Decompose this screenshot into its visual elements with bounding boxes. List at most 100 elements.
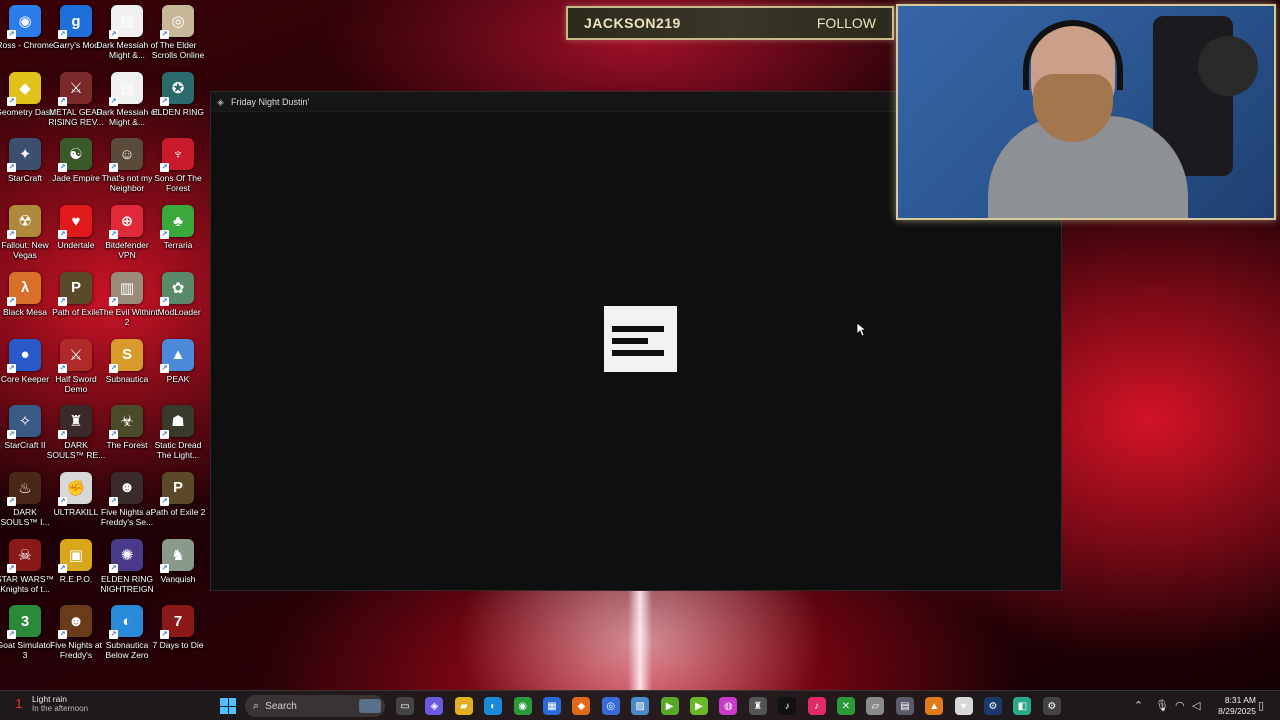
start-button[interactable] xyxy=(220,698,236,714)
app-shortcut-icon: ▤ ↗ xyxy=(109,5,143,39)
steamvr-icon[interactable]: ◧ xyxy=(1013,697,1032,715)
app-shortcut-icon: ☻ ↗ xyxy=(109,471,143,506)
steam-icon[interactable]: ⚙ xyxy=(984,697,1002,715)
system-clock[interactable]: 8:31 AM 8/29/2025 xyxy=(1208,695,1256,717)
desktop-icon[interactable]: ♆ ↗ Sons Of The Forest xyxy=(153,138,203,200)
edge-icon[interactable]: ◐ xyxy=(484,697,503,715)
taskbar-search[interactable]: ⌕ Search xyxy=(245,695,385,717)
app-shortcut-icon: ☗ ↗ xyxy=(160,405,194,440)
window-title: Friday Night Dustin' xyxy=(231,96,310,107)
desktop-icon[interactable]: ✪ ↗ ELDEN RING xyxy=(152,71,204,134)
desktop-icon[interactable]: ☢ ↗ Fallout: New Vegas xyxy=(0,205,50,267)
desktop-icon[interactable]: 3 ↗ Goat Simulator 3 xyxy=(0,605,53,667)
desktop-icon[interactable]: ◎ ↗ The Elder Scrolls Online xyxy=(152,5,204,67)
desktop-icon[interactable]: ▣ ↗ R.E.P.O. xyxy=(51,538,101,601)
desktop-icon[interactable]: ⚔ ↗ Half Sword Demo xyxy=(51,338,101,401)
desktop-icon[interactable]: λ ↗ Black Mesa xyxy=(0,271,50,334)
microphone xyxy=(1198,36,1258,96)
desktop-icon[interactable]: S ↗ Subnautica xyxy=(102,338,152,401)
desktop-icon[interactable]: ◐ ↗ Subnautica Below Zero xyxy=(102,605,152,667)
file-explorer-icon[interactable]: ▰ xyxy=(454,697,473,715)
search-icon: ⌕ xyxy=(253,699,260,712)
calculator-icon[interactable]: ▤ xyxy=(895,697,914,715)
brave-icon[interactable]: ◆ xyxy=(572,697,591,715)
desktop-icon[interactable]: P ↗ Path of Exile xyxy=(51,271,101,334)
desktop-icon[interactable]: ☯ ↗ Jade Empire xyxy=(51,138,101,200)
microphone-icon[interactable]: 🎙 xyxy=(1155,698,1169,714)
desktop-icon[interactable]: ◆ ↗ Geometry Dash xyxy=(0,71,55,134)
show-hidden-icons-chevron-icon[interactable]: ⌃ xyxy=(1134,698,1143,714)
desktop-icon[interactable]: ⚔ ↗ METAL GEAR RISING REV... xyxy=(48,71,104,134)
volume-icon[interactable]: ◁ xyxy=(1192,698,1200,714)
vlc-icon[interactable]: ▲ xyxy=(925,697,944,715)
shortcut-arrow-icon: ↗ xyxy=(160,363,169,373)
desktop-icon[interactable]: ♞ ↗ Vanquish xyxy=(153,538,203,601)
desktop-icon[interactable]: ☣ ↗ The Forest xyxy=(102,405,152,467)
desktop-icon[interactable]: 7 ↗ 7 Days to Die xyxy=(152,605,204,667)
desktop-icon[interactable]: ✧ ↗ StarCraft II xyxy=(0,405,50,467)
app-shortcut-icon: ♆ ↗ xyxy=(160,138,194,173)
desktop-icon[interactable]: ♥ ↗ Undertale xyxy=(51,205,101,267)
desktop-icon[interactable]: ☻ ↗ Five Nights at Freddy's Se... xyxy=(101,471,153,534)
shortcut-arrow-icon: ↗ xyxy=(7,363,16,373)
tiktok-icon[interactable]: ♪ xyxy=(778,697,797,715)
desktop-icon[interactable]: ▲ ↗ PEAK xyxy=(153,338,203,401)
game-icon[interactable]: ♜ xyxy=(748,697,767,715)
desktop-icon[interactable]: ♣ ↗ Terraria xyxy=(153,205,203,267)
weather-widget[interactable]: 1 Light rain In the afternoon xyxy=(10,694,88,714)
desktop-icon-label: Vanquish xyxy=(160,573,196,584)
desktop-icon[interactable]: ▥ ↗ The Evil Within 2 xyxy=(99,271,155,334)
desktop-icon[interactable]: ▤ ↗ Dark Messiah of Might &... xyxy=(96,5,158,67)
desktop-icon[interactable]: ☠ ↗ STAR WARS™ Knights of t... xyxy=(0,538,54,601)
shortcut-arrow-icon: ↗ xyxy=(160,496,169,506)
desktop-icon[interactable]: ♨ ↗ DARK SOULS™ I... xyxy=(0,471,50,534)
desktop-icon[interactable]: ✊ ↗ ULTRAKILL xyxy=(51,471,101,534)
desktop-icon[interactable]: ☻ ↗ Five Nights at Freddy's xyxy=(50,605,102,667)
desktop-icon-label: Static Dread The Light... xyxy=(154,440,202,461)
app-shortcut-icon: ● ↗ xyxy=(7,338,41,373)
desktop-icon[interactable]: ▤ ↗ Dark Messiah of Might &... xyxy=(96,71,158,134)
taskbar: 1 Light rain In the afternoon ⌕ Search ▭… xyxy=(0,690,1280,720)
desktop-icon[interactable]: ⊕ ↗ Bitdefender VPN xyxy=(102,205,152,267)
photos-icon[interactable]: ▨ xyxy=(631,697,650,715)
task-view-icon[interactable]: ▭ xyxy=(396,697,414,715)
app-shortcut-icon: ✊ ↗ xyxy=(58,471,92,506)
desktop-icon[interactable]: ☗ ↗ Static Dread The Light... xyxy=(153,405,203,467)
desktop-icon[interactable]: ✦ ↗ StarCraft xyxy=(0,138,50,200)
desktop-icon[interactable]: g ↗ Garry's Mod xyxy=(51,5,101,67)
shortcut-arrow-icon: ↗ xyxy=(109,630,118,640)
desktop-icon-label: 7 Days to Die xyxy=(152,640,204,651)
desktop-icon[interactable]: ● ↗ Core Keeper xyxy=(0,338,50,401)
nvidia-app-icon[interactable]: ▶ xyxy=(690,697,708,715)
app-shortcut-icon: g ↗ xyxy=(58,5,92,39)
desktop-icon-label: Path of Exile 2 xyxy=(150,506,206,517)
store-icon[interactable]: ▦ xyxy=(543,697,561,715)
desktop-icon[interactable]: ☺ ↗ That's not my Neighbor xyxy=(102,138,152,200)
desktop-icon[interactable]: ✿ ↗ tModLoader xyxy=(153,271,203,334)
folder-icon[interactable]: ▱ xyxy=(866,697,885,715)
weather-alert-icon: 1 xyxy=(10,695,28,713)
color-app-icon[interactable]: ◍ xyxy=(719,697,738,715)
desktop-icon-label: The Elder Scrolls Online xyxy=(151,40,205,60)
shortcut-arrow-icon: ↗ xyxy=(7,563,16,573)
settings-icon[interactable]: ⚙ xyxy=(1042,697,1061,715)
desktop-icon[interactable]: ◉ ↗ Ross - Chrome xyxy=(0,5,54,67)
copilot-icon[interactable]: ◈ xyxy=(425,697,444,715)
desktop-icon[interactable]: ✺ ↗ ELDEN RING NIGHTREIGN xyxy=(100,538,154,601)
notification-icon[interactable]: ▯ xyxy=(1258,698,1264,714)
app-shortcut-icon: ⊕ ↗ xyxy=(109,205,143,240)
desktop-icon[interactable]: P ↗ Path of Exile 2 xyxy=(151,471,205,534)
chrome-icon[interactable]: ◉ xyxy=(513,697,532,715)
xbox-icon[interactable]: ✕ xyxy=(837,697,855,715)
shortcut-arrow-icon: ↗ xyxy=(160,30,169,39)
shortcut-arrow-icon: ↗ xyxy=(160,563,169,573)
app-shortcut-icon: ◉ ↗ xyxy=(7,5,41,39)
tiktok-studio-icon[interactable]: ♪ xyxy=(807,697,826,715)
nvidia-icon[interactable]: ▶ xyxy=(660,697,679,715)
wifi-icon[interactable]: ◠ xyxy=(1175,698,1185,714)
heart-app-icon[interactable]: ♥ xyxy=(954,697,973,715)
shortcut-arrow-icon: ↗ xyxy=(58,230,67,240)
app-icon[interactable]: ◎ xyxy=(601,697,620,715)
app-shortcut-icon: ♞ ↗ xyxy=(160,538,194,573)
desktop-icon[interactable]: ♜ ↗ DARK SOULS™ RE... xyxy=(47,405,105,467)
